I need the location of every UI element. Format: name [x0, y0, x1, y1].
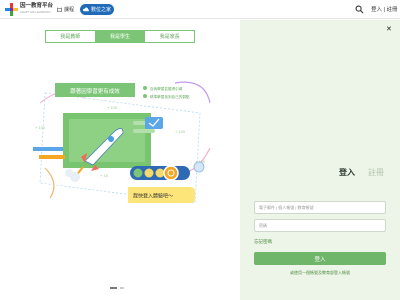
top-navigation-bar: 因一教育平台 ADAPTIVE LEARNING 課程 數位之家 登入 | 註冊: [0, 0, 400, 19]
progress-bar: [133, 129, 155, 133]
tab-parent[interactable]: 我是家長: [145, 31, 194, 42]
close-icon[interactable]: ✕: [386, 25, 392, 33]
brand-name[interactable]: 因一教育平台: [20, 3, 53, 10]
password-field[interactable]: 密碼: [254, 219, 386, 232]
search-icon[interactable]: [355, 5, 364, 14]
username-field[interactable]: 電子郵件 | 個人帳號 | 教育帳號: [254, 201, 386, 214]
carousel-dot[interactable]: [120, 287, 124, 289]
toggle-circle: [144, 168, 154, 178]
password-placeholder: 密碼: [259, 222, 267, 228]
nav-cloud-label: 數位之家: [90, 7, 111, 13]
forgot-password-link[interactable]: 忘記密碼: [254, 239, 272, 245]
tab-login[interactable]: 登入: [339, 167, 355, 178]
tab-student[interactable]: 我是學生: [95, 31, 146, 42]
intro-area: 我是教師 我是學生 我是家長 跟著因學習更有成效 自我學習並獲得引導 精準學習找…: [0, 20, 240, 300]
decor-bar: [33, 147, 63, 151]
decorative-swoosh: [44, 167, 55, 199]
nav-cloud-button[interactable]: 數位之家: [80, 4, 114, 15]
score-tag: + 15: [100, 173, 109, 178]
login-register-link[interactable]: 登入 | 註冊: [371, 5, 398, 13]
illustration-bullet-1: 自我學習並獲得引導: [150, 86, 183, 91]
highlight-circle: [163, 165, 179, 181]
cloud-icon: [82, 7, 89, 12]
check-card: [145, 117, 163, 129]
brand-subtitle: ADAPTIVE LEARNING: [20, 10, 51, 14]
book-icon: [57, 7, 62, 12]
nav-course-link[interactable]: 課程: [57, 4, 74, 15]
carousel-dot[interactable]: [110, 287, 117, 289]
tab-teacher[interactable]: 我是教師: [46, 31, 96, 42]
bullet-dot: [143, 86, 147, 90]
illustration-bullet-2: 精準學習找到自己的弱點: [150, 94, 190, 99]
nav-course-label: 課程: [64, 7, 75, 13]
carousel-indicator: [110, 287, 124, 289]
brand-logo-icon[interactable]: [5, 3, 18, 16]
cta-text: 趕快登入體驗吧～: [133, 193, 173, 200]
decor-circle: [193, 161, 205, 173]
toggle-circle: [155, 168, 165, 178]
role-tabs: 我是教師 我是學生 我是家長: [45, 30, 195, 43]
student-learning-illustration: 跟著因學習更有成效 自我學習並獲得引導 精準學習找到自己的弱點 + 100 +: [33, 81, 211, 204]
score-tag: + 100: [107, 105, 118, 110]
username-placeholder: 電子郵件 | 個人帳號 | 教育帳號: [259, 204, 314, 210]
alternative-login-link[interactable]: 或使用一個帳號及教育部登入帳號: [254, 270, 386, 276]
decorative-swoosh: [174, 81, 211, 104]
bullet-dot: [143, 94, 147, 98]
tab-register[interactable]: 註冊: [368, 167, 384, 178]
decor-bar: [39, 155, 65, 159]
score-tag: + 100: [175, 129, 186, 134]
toggle-circle: [133, 168, 143, 178]
score-tag: + 100: [35, 125, 46, 130]
login-button[interactable]: 登入: [254, 252, 386, 265]
smoke-cloud: [65, 169, 73, 177]
illustration-headline: 跟著因學習更有成效: [70, 87, 120, 95]
